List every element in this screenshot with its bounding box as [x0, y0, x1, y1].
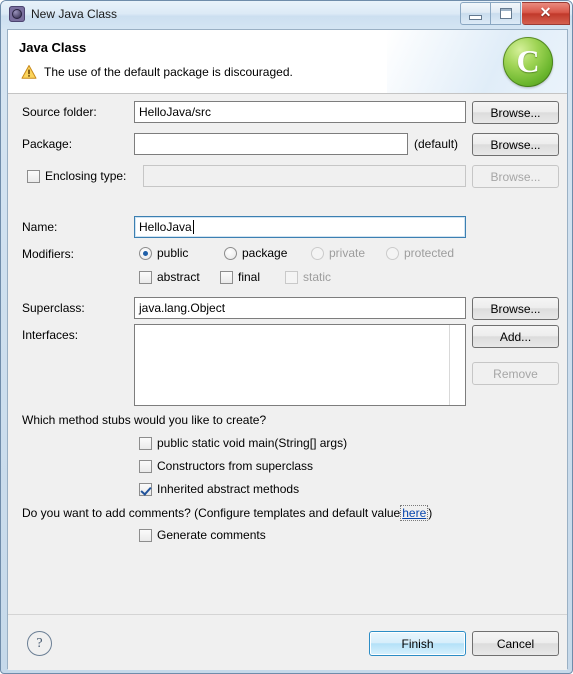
method-stubs-question: Which method stubs would you like to cre…	[22, 413, 267, 427]
modifier-radio-protected: protected	[386, 246, 454, 260]
checkbox-constructors-label: Constructors from superclass	[157, 459, 314, 473]
checkbox-inherited-abstract-control[interactable]	[139, 482, 152, 496]
method-stubs-question-wrap: Which method stubs would you like to cre…	[22, 413, 266, 427]
package-default-hint-wrap: (default)	[414, 137, 458, 151]
interfaces-add-button[interactable]: Add...	[472, 325, 559, 348]
dialog-body: Source folder: HelloJava/src Browse... P…	[8, 94, 567, 614]
cancel-button[interactable]: Cancel	[472, 631, 559, 656]
stub-option-constructors[interactable]: Constructors from superclass	[139, 459, 313, 473]
maximize-icon	[499, 8, 512, 19]
enclosing-type-label: Enclosing type:	[45, 169, 127, 183]
modifier-checkbox-static: static	[285, 270, 331, 284]
comments-question-row: Do you want to add comments? (Configure …	[22, 505, 432, 521]
finish-button[interactable]: Finish	[369, 631, 466, 656]
enclosing-type-row[interactable]: Enclosing type:	[27, 169, 126, 183]
help-button[interactable]: ?	[27, 631, 52, 656]
checkbox-static-label: static	[303, 270, 332, 284]
interfaces-list-scroll-divider	[449, 325, 450, 405]
page-title: Java Class	[19, 40, 87, 55]
comments-question-prefix: Do you want to add comments? (Configure …	[22, 506, 401, 520]
superclass-input[interactable]: java.lang.Object	[134, 297, 466, 319]
superclass-browse-button[interactable]: Browse...	[472, 297, 559, 320]
modifier-radio-public[interactable]: public	[139, 246, 188, 260]
enclosing-type-input	[143, 165, 466, 187]
generate-comments-option[interactable]: Generate comments	[139, 528, 266, 542]
name-label: Name:	[22, 220, 58, 234]
modifier-checkbox-abstract[interactable]: abstract	[139, 270, 200, 284]
radio-private-label: private	[329, 246, 366, 260]
checkbox-constructors-control[interactable]	[139, 459, 152, 473]
package-default-hint: (default)	[414, 137, 459, 151]
class-name-value: HelloJava	[139, 220, 192, 234]
modifier-radio-package[interactable]: package	[224, 246, 287, 260]
enclosing-type-checkbox[interactable]	[27, 169, 40, 183]
checkbox-abstract-label: abstract	[157, 270, 200, 284]
package-label-wrap: Package:	[22, 137, 72, 151]
package-browse-button[interactable]: Browse...	[472, 133, 559, 156]
checkbox-static-control	[285, 270, 298, 284]
radio-private-control	[311, 246, 324, 260]
superclass-value: java.lang.Object	[139, 301, 226, 315]
stub-option-main[interactable]: public static void main(String[] args)	[139, 436, 347, 450]
window-titlebar[interactable]: New Java Class ✕	[1, 1, 572, 29]
superclass-label-wrap: Superclass:	[22, 301, 85, 315]
radio-protected-label: protected	[404, 246, 455, 260]
dialog-content: Java Class The use of the default packag…	[7, 29, 568, 670]
enclosing-type-browse-button: Browse...	[472, 165, 559, 188]
radio-public-label: public	[157, 246, 189, 260]
class-name-input[interactable]: HelloJava	[134, 216, 466, 238]
header-message-row: The use of the default package is discou…	[21, 64, 293, 80]
text-caret	[192, 220, 194, 234]
minimize-button[interactable]	[460, 2, 491, 25]
maximize-button[interactable]	[491, 2, 521, 25]
package-input[interactable]	[134, 133, 408, 155]
checkbox-generate-comments-label: Generate comments	[157, 528, 266, 542]
name-label-wrap: Name:	[22, 220, 57, 234]
new-java-class-dialog: New Java Class ✕ Java Class The use of t…	[0, 0, 573, 674]
modifiers-label-wrap: Modifiers:	[22, 247, 74, 261]
source-folder-browse-button[interactable]: Browse...	[472, 101, 559, 124]
modifier-checkbox-final[interactable]: final	[220, 270, 260, 284]
source-folder-label-wrap: Source folder:	[22, 105, 97, 119]
titlebar-left: New Java Class	[9, 6, 117, 22]
radio-protected-control	[386, 246, 399, 260]
superclass-label: Superclass:	[22, 301, 85, 315]
stub-option-inherited[interactable]: Inherited abstract methods	[139, 482, 299, 496]
source-folder-label: Source folder:	[22, 105, 97, 119]
banner-letter: C	[516, 43, 540, 79]
checkbox-main-method-control[interactable]	[139, 436, 152, 450]
interfaces-label: Interfaces:	[22, 328, 79, 342]
window-title: New Java Class	[31, 7, 118, 21]
comments-question-suffix: )	[428, 506, 433, 520]
interfaces-list[interactable]	[134, 324, 466, 406]
radio-package-label: package	[242, 246, 288, 260]
modifier-radio-private: private	[311, 246, 365, 260]
package-label: Package:	[22, 137, 73, 151]
source-folder-input[interactable]: HelloJava/src	[134, 101, 466, 123]
modifiers-label: Modifiers:	[22, 247, 75, 261]
source-folder-value: HelloJava/src	[139, 105, 212, 119]
interfaces-remove-button: Remove	[472, 362, 559, 385]
configure-templates-link[interactable]: here	[400, 505, 429, 521]
window-controls: ✕	[460, 2, 570, 25]
interfaces-label-wrap: Interfaces:	[22, 328, 78, 342]
checkbox-main-method-label: public static void main(String[] args)	[157, 436, 348, 450]
wizard-gear-icon	[9, 6, 25, 22]
header-message: The use of the default package is discou…	[44, 65, 293, 79]
java-class-banner-icon: C	[503, 37, 553, 87]
checkbox-final-label: final	[238, 270, 261, 284]
checkbox-final-control[interactable]	[220, 270, 233, 284]
wizard-header: Java Class The use of the default packag…	[8, 30, 567, 94]
checkbox-inherited-abstract-label: Inherited abstract methods	[157, 482, 300, 496]
radio-public-control[interactable]	[139, 246, 152, 260]
checkbox-generate-comments-control[interactable]	[139, 528, 152, 542]
radio-package-control[interactable]	[224, 246, 237, 260]
checkbox-abstract-control[interactable]	[139, 270, 152, 284]
minimize-icon	[469, 14, 482, 20]
close-icon: ✕	[539, 5, 552, 21]
dialog-footer: ? Finish Cancel	[8, 614, 567, 670]
close-button[interactable]: ✕	[522, 2, 570, 25]
warning-triangle-icon	[21, 64, 37, 80]
